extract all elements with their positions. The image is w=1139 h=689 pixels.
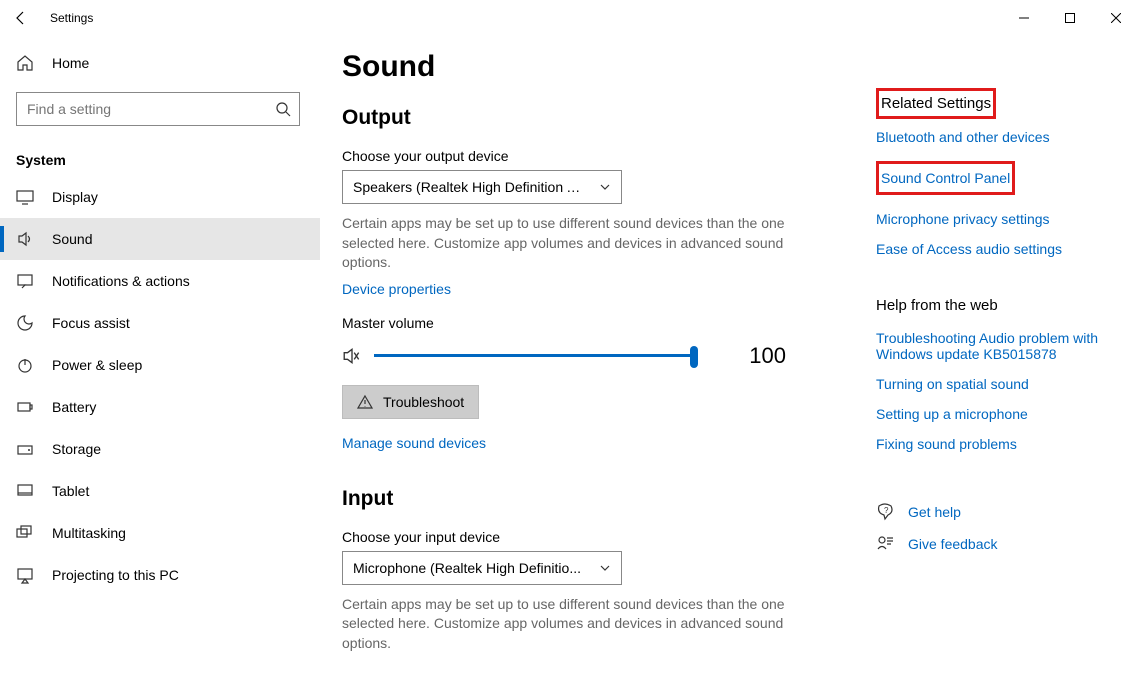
input-help-text: Certain apps may be set up to use differ… [342,585,792,658]
input-device-dropdown[interactable]: Microphone (Realtek High Definitio... [342,551,622,585]
bluetooth-link[interactable]: Bluetooth and other devices [876,125,1126,149]
storage-icon [16,440,34,458]
nav-home-label: Home [52,55,89,71]
nav-battery[interactable]: Battery [0,386,320,428]
input-device-value: Microphone (Realtek High Definitio... [353,560,581,576]
input-heading: Input [342,461,842,515]
nav-projecting[interactable]: Projecting to this PC [0,554,320,596]
notifications-icon [16,272,34,290]
nav-home[interactable]: Home [0,46,320,80]
nav-storage[interactable]: Storage [0,428,320,470]
search-icon [275,101,291,117]
maximize-button[interactable] [1047,2,1093,34]
help-link-kb[interactable]: Troubleshooting Audio problem with Windo… [876,326,1126,366]
nav-label: Display [52,189,98,205]
chevron-down-icon [599,181,611,193]
nav-label: Sound [52,231,92,247]
display-icon [16,188,34,206]
sound-icon [16,230,34,248]
nav-label: Battery [52,399,96,415]
master-volume-slider[interactable] [374,344,694,368]
tablet-icon [16,482,34,500]
nav-sound[interactable]: Sound [0,218,320,260]
back-button[interactable] [10,7,32,29]
nav-focus-assist[interactable]: Focus assist [0,302,320,344]
nav-multitasking[interactable]: Multitasking [0,512,320,554]
nav-tablet[interactable]: Tablet [0,470,320,512]
mic-privacy-link[interactable]: Microphone privacy settings [876,207,1126,231]
troubleshoot-label: Troubleshoot [383,394,464,410]
feedback-icon [876,535,894,553]
sound-control-panel-highlight: Sound Control Panel [876,161,1015,195]
output-device-value: Speakers (Realtek High Definition A... [353,179,583,195]
slider-thumb[interactable] [690,346,698,368]
help-icon: ? [876,503,894,521]
nav-label: Focus assist [52,315,130,331]
search-box[interactable] [16,92,300,126]
sidebar-category: System [0,134,320,176]
nav-notifications[interactable]: Notifications & actions [0,260,320,302]
output-help-text: Certain apps may be set up to use differ… [342,204,792,277]
choose-output-label: Choose your output device [342,134,842,170]
window-title: Settings [50,11,93,25]
projecting-icon [16,566,34,584]
focus-assist-icon [16,314,34,332]
master-volume-value: 100 [726,343,786,369]
nav-label: Projecting to this PC [52,567,179,583]
related-settings-highlight: Related Settings [876,88,996,119]
help-link-spatial[interactable]: Turning on spatial sound [876,372,1126,396]
battery-icon [16,398,34,416]
multitasking-icon [16,524,34,542]
main-content: Sound Output Choose your output device S… [342,36,842,689]
chevron-down-icon [599,562,611,574]
output-device-dropdown[interactable]: Speakers (Realtek High Definition A... [342,170,622,204]
search-input[interactable] [25,100,275,118]
power-icon [16,356,34,374]
nav-label: Tablet [52,483,89,499]
volume-mute-icon[interactable] [342,346,362,366]
svg-text:?: ? [884,506,889,515]
page-title: Sound [342,36,842,96]
help-link-fix[interactable]: Fixing sound problems [876,432,1126,456]
nav-label: Power & sleep [52,357,142,373]
nav-power-sleep[interactable]: Power & sleep [0,344,320,386]
choose-input-label: Choose your input device [342,515,842,551]
nav-label: Notifications & actions [52,273,190,289]
give-feedback-link[interactable]: Give feedback [908,532,998,556]
nav-display[interactable]: Display [0,176,320,218]
output-heading: Output [342,96,842,134]
warning-icon [357,394,373,410]
sound-control-panel-link[interactable]: Sound Control Panel [881,166,1010,190]
troubleshoot-output-button[interactable]: Troubleshoot [342,385,479,419]
help-from-web-heading: Help from the web [876,267,1126,320]
get-help-link[interactable]: Get help [908,500,961,524]
sidebar: Home System Display Sound Notifications … [0,36,320,689]
title-bar: Settings [0,0,1139,36]
nav-label: Storage [52,441,101,457]
home-icon [16,54,34,72]
ease-of-access-link[interactable]: Ease of Access audio settings [876,237,1126,261]
related-settings-heading: Related Settings [881,91,991,116]
close-button[interactable] [1093,2,1139,34]
manage-sound-devices-link[interactable]: Manage sound devices [342,431,842,455]
output-device-properties-link[interactable]: Device properties [342,277,451,301]
nav-label: Multitasking [52,525,126,541]
master-volume-label: Master volume [342,301,842,337]
help-link-mic-setup[interactable]: Setting up a microphone [876,402,1126,426]
minimize-button[interactable] [1001,2,1047,34]
right-pane: Related Settings Bluetooth and other dev… [876,88,1126,564]
